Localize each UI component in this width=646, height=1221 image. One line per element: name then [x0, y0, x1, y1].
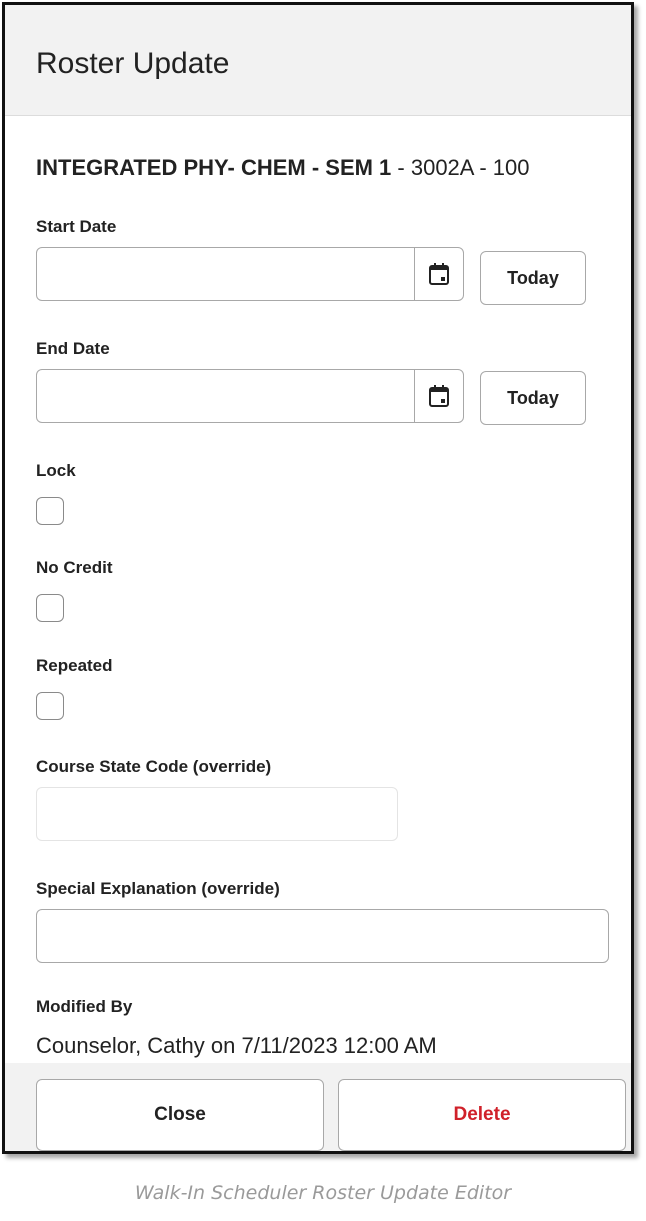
course-state-code-input	[36, 787, 398, 841]
course-detail: - 3002A - 100	[391, 155, 530, 180]
course-title: INTEGRATED PHY- CHEM - SEM 1 - 3002A - 1…	[36, 155, 530, 181]
lock-label: Lock	[36, 461, 76, 480]
dialog-footer: Close Delete	[5, 1063, 631, 1151]
end-date-today-button[interactable]: Today	[480, 371, 586, 425]
special-explanation-label: Special Explanation (override)	[36, 879, 280, 898]
start-date-today-button[interactable]: Today	[480, 251, 586, 305]
start-date-input[interactable]	[36, 247, 464, 301]
no-credit-checkbox[interactable]	[36, 594, 64, 622]
course-name: INTEGRATED PHY- CHEM - SEM 1	[36, 155, 392, 180]
start-date-calendar-button[interactable]	[414, 248, 463, 300]
modified-by-value: Counselor, Cathy on 7/11/2023 12:00 AM	[36, 1033, 437, 1058]
close-button[interactable]: Close	[36, 1079, 324, 1151]
roster-update-dialog: Roster Update INTEGRATED PHY- CHEM - SEM…	[2, 2, 634, 1154]
dialog-header: Roster Update	[5, 5, 631, 116]
no-credit-label: No Credit	[36, 558, 113, 577]
modified-by-label: Modified By	[36, 997, 133, 1016]
special-explanation-input[interactable]	[36, 909, 609, 963]
repeated-label: Repeated	[36, 656, 113, 675]
course-state-code-label: Course State Code (override)	[36, 757, 272, 776]
end-date-input[interactable]	[36, 369, 464, 423]
end-date-calendar-button[interactable]	[414, 370, 463, 422]
lock-checkbox[interactable]	[36, 497, 64, 525]
repeated-checkbox[interactable]	[36, 692, 64, 720]
dialog-title: Roster Update	[36, 47, 230, 80]
end-date-label: End Date	[36, 339, 110, 358]
calendar-icon	[429, 263, 449, 285]
calendar-icon	[429, 385, 449, 407]
start-date-label: Start Date	[36, 217, 117, 236]
delete-button[interactable]: Delete	[338, 1079, 626, 1151]
figure-caption: Walk-In Scheduler Roster Update Editor	[134, 1182, 512, 1204]
